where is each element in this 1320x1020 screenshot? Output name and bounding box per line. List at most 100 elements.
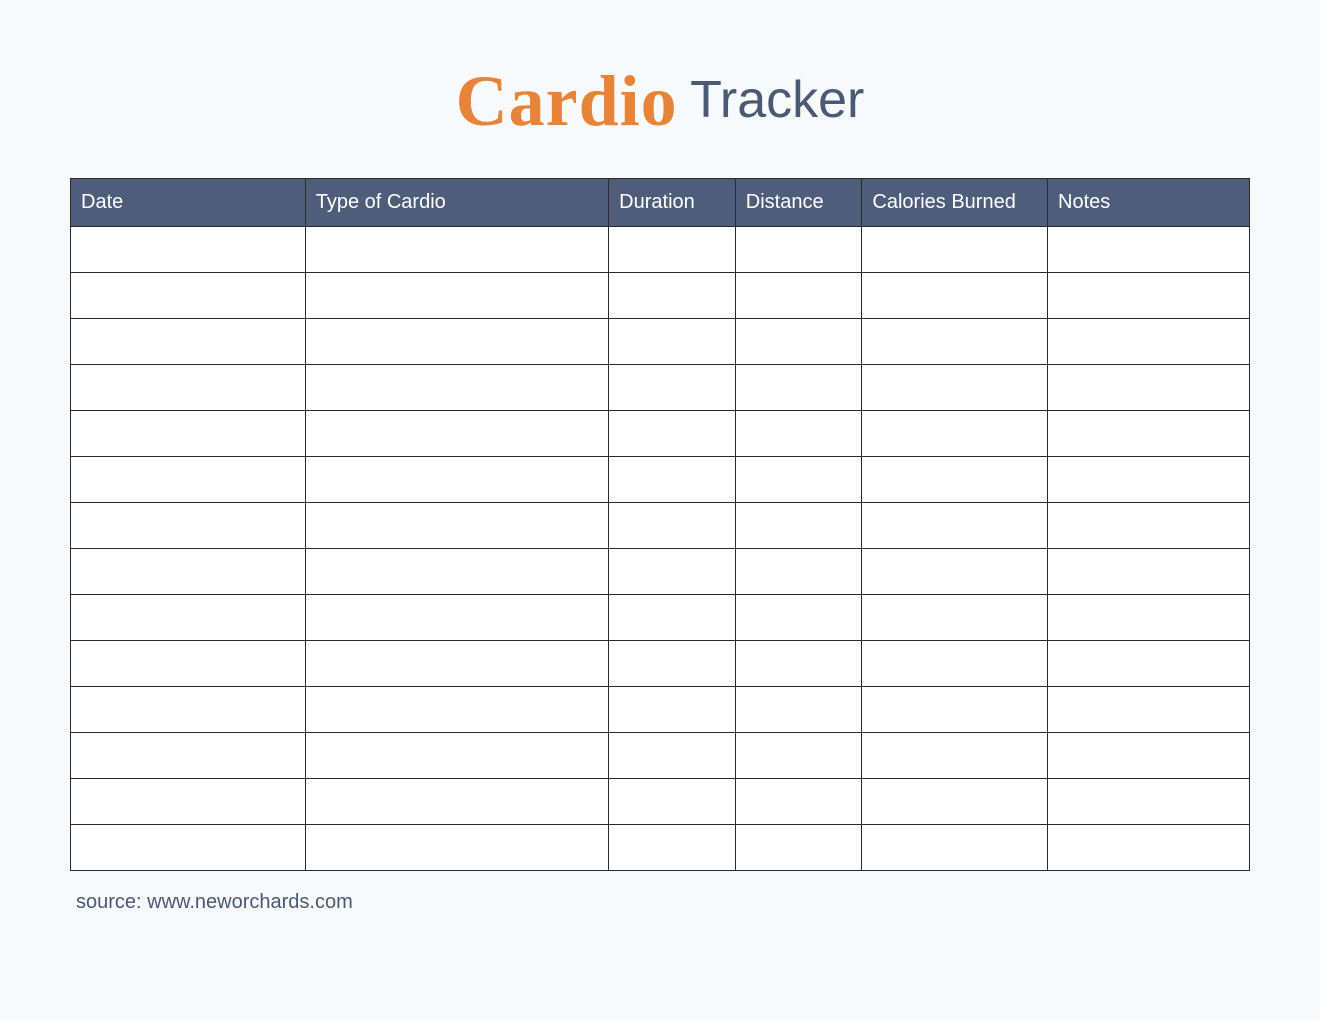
table-cell bbox=[305, 825, 608, 871]
table-cell bbox=[609, 733, 736, 779]
table-cell bbox=[609, 273, 736, 319]
table-cell bbox=[1048, 687, 1250, 733]
table-cell bbox=[609, 319, 736, 365]
table-cell bbox=[305, 457, 608, 503]
table-row bbox=[71, 503, 1250, 549]
table-cell bbox=[735, 365, 862, 411]
table-row bbox=[71, 365, 1250, 411]
table-cell bbox=[609, 457, 736, 503]
table-row bbox=[71, 641, 1250, 687]
table-cell bbox=[862, 503, 1048, 549]
table-cell bbox=[735, 411, 862, 457]
table-cell bbox=[1048, 641, 1250, 687]
table-cell bbox=[305, 733, 608, 779]
table-cell bbox=[305, 641, 608, 687]
table-cell bbox=[862, 779, 1048, 825]
table-cell bbox=[71, 457, 306, 503]
table-row bbox=[71, 779, 1250, 825]
table-row bbox=[71, 595, 1250, 641]
source-attribution: source: www.neworchards.com bbox=[70, 891, 1250, 914]
table-cell bbox=[71, 641, 306, 687]
table-row bbox=[71, 549, 1250, 595]
table-cell bbox=[735, 733, 862, 779]
table-row bbox=[71, 733, 1250, 779]
table-cell bbox=[735, 641, 862, 687]
table-cell bbox=[1048, 825, 1250, 871]
table-cell bbox=[71, 825, 306, 871]
table-cell bbox=[862, 549, 1048, 595]
table-cell bbox=[609, 227, 736, 273]
table-cell bbox=[609, 411, 736, 457]
table-cell bbox=[862, 733, 1048, 779]
table-cell bbox=[71, 687, 306, 733]
table-row bbox=[71, 687, 1250, 733]
header-type: Type of Cardio bbox=[305, 179, 608, 227]
table-cell bbox=[71, 227, 306, 273]
table-cell bbox=[862, 319, 1048, 365]
table-row bbox=[71, 273, 1250, 319]
table-cell bbox=[305, 595, 608, 641]
table-row bbox=[71, 825, 1250, 871]
table-cell bbox=[1048, 227, 1250, 273]
table-cell bbox=[735, 319, 862, 365]
table-cell bbox=[71, 273, 306, 319]
table-cell bbox=[609, 687, 736, 733]
table-cell bbox=[862, 227, 1048, 273]
table-row bbox=[71, 227, 1250, 273]
page-title: Cardio Tracker bbox=[70, 60, 1250, 143]
table-body bbox=[71, 227, 1250, 871]
table-cell bbox=[1048, 595, 1250, 641]
table-cell bbox=[305, 549, 608, 595]
header-notes: Notes bbox=[1048, 179, 1250, 227]
table-cell bbox=[71, 733, 306, 779]
table-cell bbox=[305, 365, 608, 411]
table-cell bbox=[862, 411, 1048, 457]
table-cell bbox=[71, 595, 306, 641]
table-cell bbox=[735, 687, 862, 733]
table-cell bbox=[609, 641, 736, 687]
table-cell bbox=[1048, 319, 1250, 365]
table-cell bbox=[735, 503, 862, 549]
table-cell bbox=[735, 457, 862, 503]
title-plain-word: Tracker bbox=[690, 71, 864, 129]
tracker-table: Date Type of Cardio Duration Distance Ca… bbox=[70, 178, 1250, 871]
table-cell bbox=[305, 227, 608, 273]
table-cell bbox=[1048, 503, 1250, 549]
table-cell bbox=[862, 687, 1048, 733]
table-cell bbox=[1048, 365, 1250, 411]
table-cell bbox=[71, 503, 306, 549]
table-cell bbox=[735, 227, 862, 273]
table-cell bbox=[71, 319, 306, 365]
table-cell bbox=[862, 641, 1048, 687]
table-cell bbox=[609, 779, 736, 825]
table-cell bbox=[609, 503, 736, 549]
table-cell bbox=[305, 411, 608, 457]
table-cell bbox=[1048, 779, 1250, 825]
table-cell bbox=[609, 365, 736, 411]
table-cell bbox=[71, 411, 306, 457]
table-cell bbox=[862, 365, 1048, 411]
table-cell bbox=[305, 273, 608, 319]
table-cell bbox=[609, 595, 736, 641]
table-cell bbox=[1048, 273, 1250, 319]
table-cell bbox=[862, 825, 1048, 871]
table-cell bbox=[71, 549, 306, 595]
table-cell bbox=[735, 825, 862, 871]
table-header-row: Date Type of Cardio Duration Distance Ca… bbox=[71, 179, 1250, 227]
table-cell bbox=[71, 779, 306, 825]
title-script-word: Cardio bbox=[456, 61, 678, 141]
header-calories: Calories Burned bbox=[862, 179, 1048, 227]
table-cell bbox=[71, 365, 306, 411]
header-duration: Duration bbox=[609, 179, 736, 227]
table-cell bbox=[862, 595, 1048, 641]
header-date: Date bbox=[71, 179, 306, 227]
table-cell bbox=[862, 273, 1048, 319]
table-cell bbox=[609, 825, 736, 871]
table-row bbox=[71, 319, 1250, 365]
table-cell bbox=[1048, 411, 1250, 457]
table-cell bbox=[305, 319, 608, 365]
table-cell bbox=[1048, 457, 1250, 503]
table-cell bbox=[609, 549, 736, 595]
table-row bbox=[71, 457, 1250, 503]
table-cell bbox=[735, 549, 862, 595]
